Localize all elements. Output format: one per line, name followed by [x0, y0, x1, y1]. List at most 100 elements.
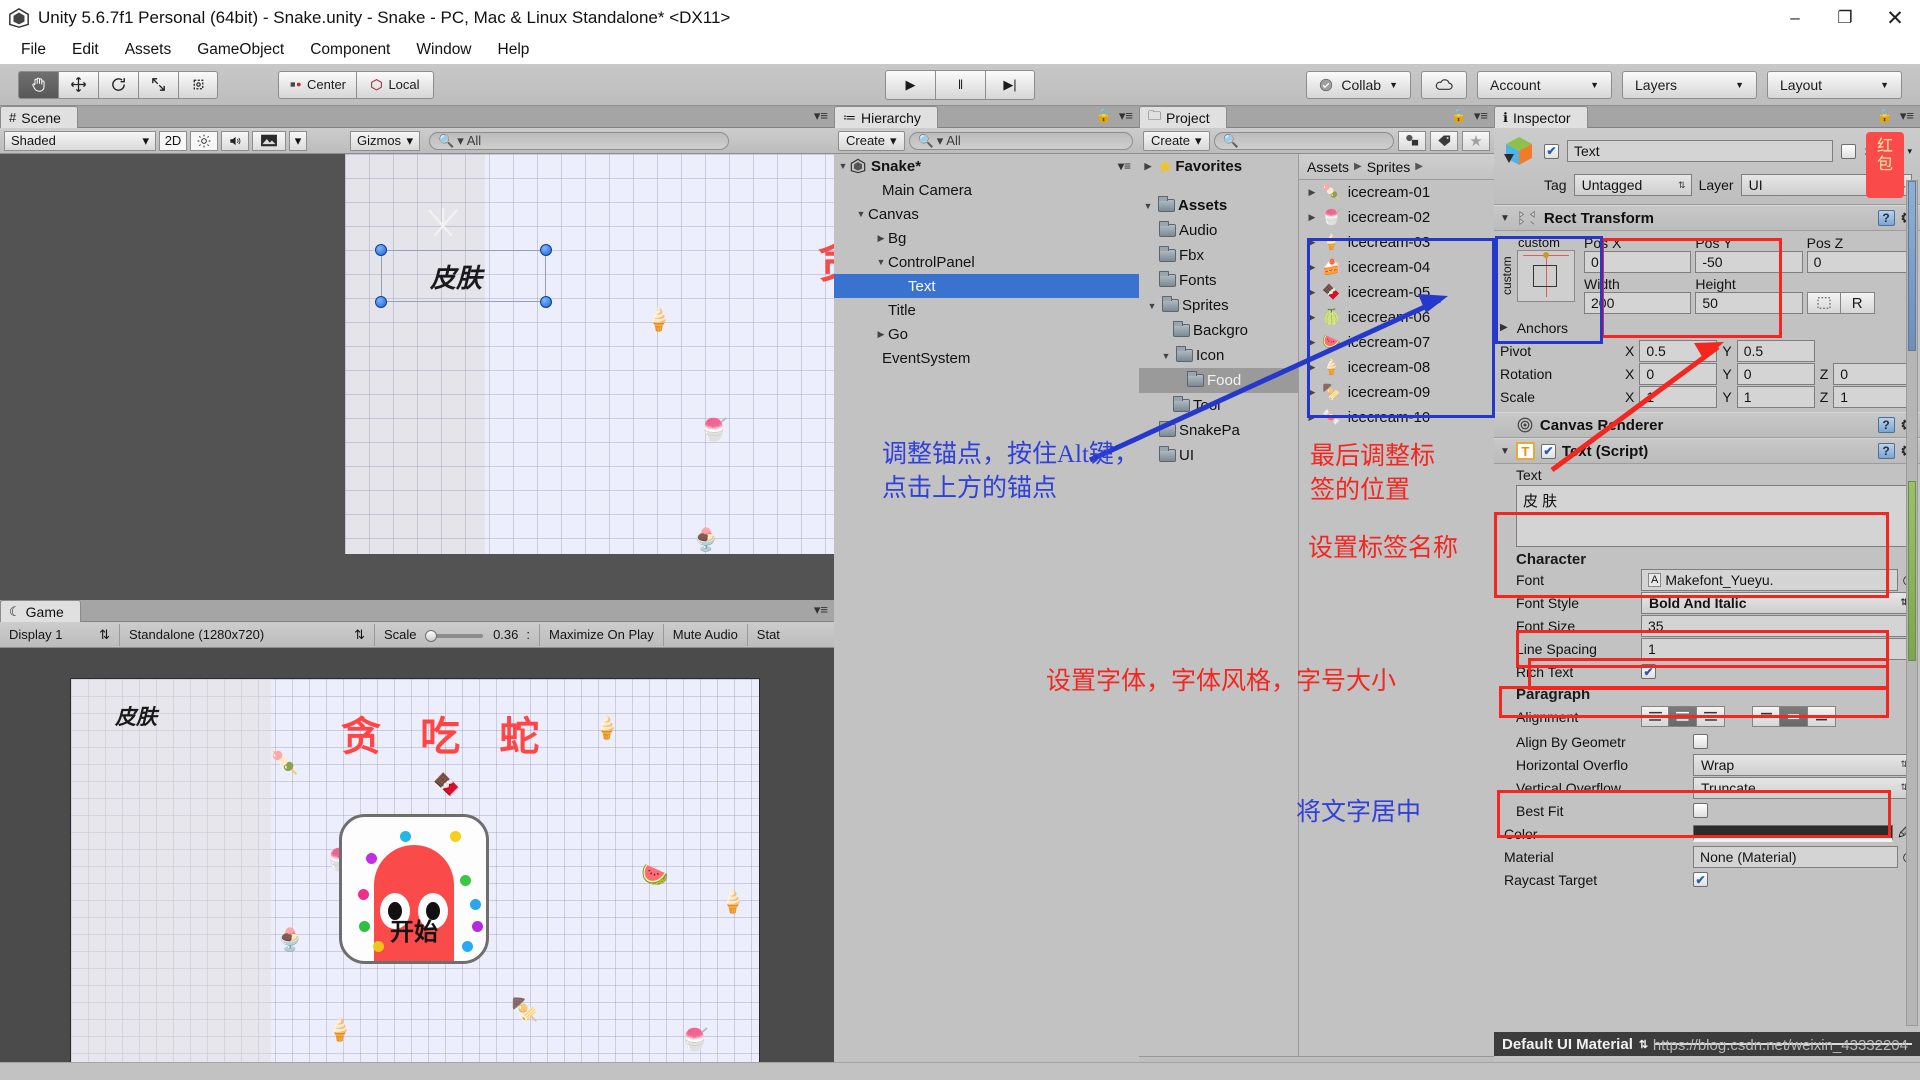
hamburger-icon[interactable]: ▾≡	[1118, 159, 1131, 173]
chevron-down-icon[interactable]: ▼	[1159, 351, 1173, 361]
object-name-field[interactable]: Text	[1567, 140, 1834, 162]
align-middle-button[interactable]	[1780, 706, 1808, 727]
project-asset-row[interactable]: ▶ 🍉 icecream-07	[1299, 330, 1494, 355]
align-top-button[interactable]	[1752, 706, 1780, 727]
selection-handle[interactable]	[540, 244, 552, 256]
scale-z-field[interactable]: 1	[1833, 385, 1912, 408]
cloud-button[interactable]	[1421, 70, 1467, 99]
hierarchy-search-input[interactable]: 🔍 ▾ All	[908, 131, 1133, 150]
close-button[interactable]: ✕	[1870, 0, 1920, 36]
scale-tool-icon[interactable]	[138, 70, 178, 99]
move-tool-icon[interactable]	[58, 70, 98, 99]
hierarchy-create-button[interactable]: Create ▾	[838, 130, 905, 151]
project-search-input[interactable]: 🔍	[1213, 131, 1394, 150]
step-button[interactable]: ▶|	[985, 69, 1035, 100]
hierarchy-tree[interactable]: ▼ Snake* ▾≡ ▶Main Camera ▼Canvas ▶Bg ▼Co…	[834, 154, 1139, 1080]
vertical-overflow-dropdown[interactable]: Truncate ⇅	[1693, 776, 1914, 799]
horizontal-overflow-dropdown[interactable]: Wrap ⇅	[1693, 753, 1914, 776]
project-tree-audio[interactable]: Audio	[1139, 218, 1298, 243]
project-tree-fonts[interactable]: Fonts	[1139, 268, 1298, 293]
anchor-preset-widget[interactable]: custom custom	[1500, 235, 1578, 314]
chevron-right-icon[interactable]: ▶	[874, 233, 888, 244]
chevron-right-icon[interactable]: ▶	[1305, 237, 1319, 248]
minimize-button[interactable]: –	[1770, 0, 1820, 36]
font-size-field[interactable]: 35	[1641, 614, 1914, 637]
project-asset-row[interactable]: ▶ 🍦 icecream-03	[1299, 230, 1494, 255]
scene-draw-mode-dropdown[interactable]: Shaded ▾	[4, 130, 156, 151]
chevron-right-icon[interactable]: ▶	[1305, 312, 1319, 323]
project-asset-row[interactable]: ▶ 🍦 icecream-08	[1299, 355, 1494, 380]
lock-icon[interactable]: 🔒	[1877, 108, 1893, 124]
chevron-right-icon[interactable]: ▶	[1305, 212, 1319, 223]
chevron-down-icon[interactable]: ▼	[1145, 301, 1159, 311]
pivot-rotation-button[interactable]: Local	[356, 70, 434, 99]
chevron-right-icon[interactable]: ▶	[1141, 161, 1155, 172]
raw-edit-button[interactable]: R	[1840, 292, 1875, 314]
help-icon[interactable]: ?	[1877, 443, 1895, 459]
tab-project[interactable]: 🗀 Project	[1139, 106, 1227, 128]
chevron-right-icon[interactable]: ▶	[1500, 322, 1508, 333]
breadcrumb-assets[interactable]: Assets	[1307, 159, 1349, 175]
tab-game[interactable]: ☾ Game	[0, 600, 81, 622]
menu-component[interactable]: Component	[297, 39, 403, 61]
project-tree-snakepart[interactable]: SnakePa	[1139, 418, 1298, 443]
project-create-button[interactable]: Create ▾	[1143, 130, 1210, 151]
chevron-down-icon[interactable]: ▼	[836, 161, 850, 171]
chevron-right-icon[interactable]: ▶	[1305, 412, 1319, 423]
game-display-dropdown[interactable]: Display 1 ⇅	[0, 623, 120, 646]
project-asset-row[interactable]: ▶ 🍢 icecream-09	[1299, 380, 1494, 405]
align-bottom-button[interactable]	[1808, 706, 1836, 727]
chevron-down-icon[interactable]: ▼	[874, 257, 888, 267]
scale-y-field[interactable]: 1	[1736, 385, 1815, 408]
project-tree-icon[interactable]: ▼ Icon	[1139, 343, 1298, 368]
game-scale-slider[interactable]: Scale 0.36 :	[375, 623, 540, 646]
project-tree-food[interactable]: Food	[1139, 368, 1298, 393]
component-header-rect-transform[interactable]: ▼ Rect Transform ? ⚙	[1494, 205, 1920, 231]
scene-gizmos-dropdown[interactable]: Gizmos ▾	[350, 130, 420, 151]
scale-slider-track[interactable]	[424, 629, 486, 642]
project-asset-row[interactable]: ▶ 🍫 icecream-05	[1299, 280, 1494, 305]
line-spacing-field[interactable]: 1	[1641, 637, 1914, 660]
chevron-right-icon[interactable]: ▶	[874, 329, 888, 340]
rect-tool-icon[interactable]	[178, 70, 218, 99]
lock-icon[interactable]: 🔒	[1451, 108, 1467, 124]
pivot-y-field[interactable]: 0.5	[1736, 339, 1815, 362]
scene-effects-dropdown[interactable]: ▾	[289, 130, 307, 151]
object-enabled-checkbox[interactable]	[1544, 143, 1559, 159]
best-fit-checkbox[interactable]	[1693, 803, 1708, 818]
hierarchy-item-text[interactable]: Text	[834, 274, 1139, 298]
width-field[interactable]: 200	[1584, 292, 1692, 314]
layers-button[interactable]: Layers ▼	[1622, 70, 1757, 99]
hamburger-icon[interactable]: ▾≡	[1474, 108, 1488, 124]
hamburger-icon[interactable]: ▾≡	[814, 108, 828, 124]
selection-handle[interactable]	[540, 296, 552, 308]
text-value-textarea[interactable]: 皮 肤	[1516, 485, 1910, 547]
hierarchy-item-bg[interactable]: ▶ Bg	[834, 226, 1139, 250]
chevron-right-icon[interactable]: ▶	[1305, 187, 1319, 198]
breadcrumb-sprites[interactable]: Sprites	[1367, 159, 1411, 175]
project-tree-tool[interactable]: Tool	[1139, 393, 1298, 418]
alignment-vertical-group[interactable]	[1752, 706, 1836, 727]
alignment-horizontal-group[interactable]	[1641, 706, 1725, 727]
project-tree-background[interactable]: Backgro	[1139, 318, 1298, 343]
hierarchy-item-canvas[interactable]: ▼ Canvas	[834, 202, 1139, 226]
play-button[interactable]: ▶	[885, 69, 935, 100]
color-swatch[interactable]	[1693, 825, 1893, 842]
pause-button[interactable]: ‖	[935, 69, 985, 100]
material-object-field[interactable]: None (Material)	[1693, 845, 1898, 868]
project-filter-label-button[interactable]	[1430, 130, 1458, 151]
anchors-row[interactable]: ▶ Anchors	[1494, 316, 1920, 339]
inspector-scrollbar[interactable]	[1906, 180, 1918, 1026]
scene-tab-menu[interactable]: ▾≡	[814, 108, 828, 124]
hamburger-icon[interactable]: ▾≡	[814, 602, 828, 618]
tab-inspector[interactable]: ℹ Inspector	[1494, 106, 1588, 128]
chevron-right-icon[interactable]: ▶	[1305, 337, 1319, 348]
selection-handle[interactable]	[375, 296, 387, 308]
account-button[interactable]: Account ▼	[1477, 70, 1612, 99]
help-icon[interactable]: ?	[1877, 417, 1895, 433]
hierarchy-item-go[interactable]: ▶ Go	[834, 322, 1139, 346]
lock-icon[interactable]: 🔒	[1096, 108, 1112, 124]
red-packet-badge[interactable]: 红 包	[1866, 132, 1904, 198]
project-favorites-row[interactable]: ▶ ★ Favorites	[1139, 154, 1298, 179]
project-asset-row[interactable]: ▶ 🍧 icecream-02	[1299, 205, 1494, 230]
